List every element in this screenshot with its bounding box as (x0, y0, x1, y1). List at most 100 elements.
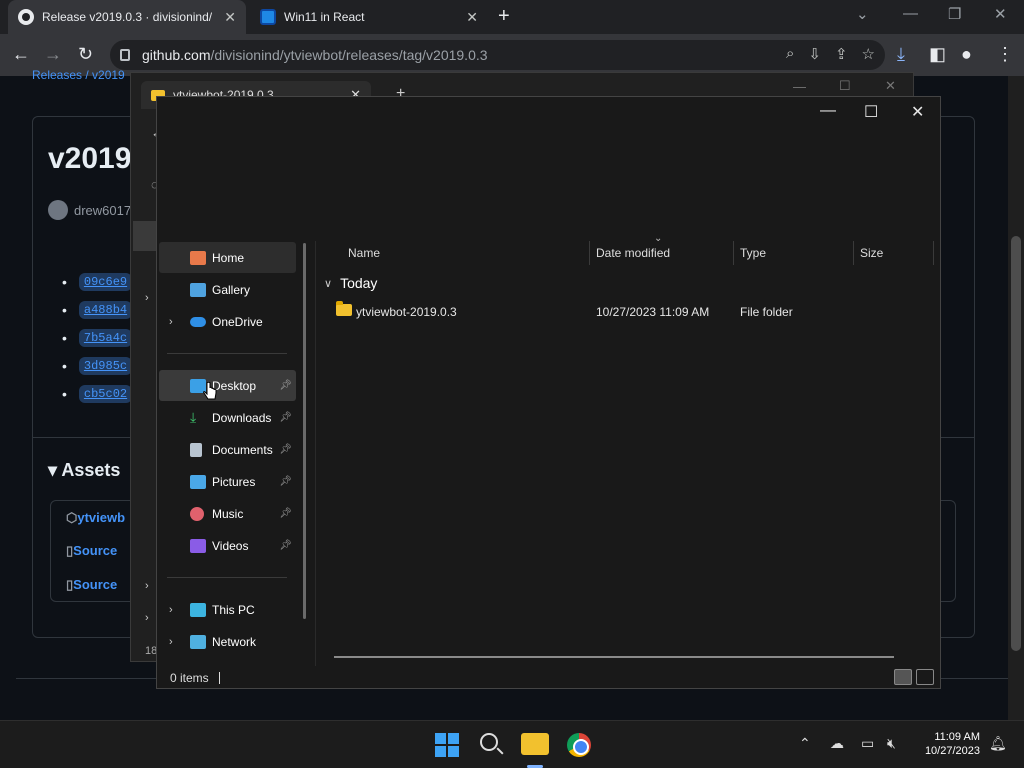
commit-item: • 7b5a4c (62, 329, 133, 347)
title-bar[interactable]: — ☐ ✕ (157, 97, 940, 127)
volume-muted-icon[interactable]: 🔇︎ (887, 735, 896, 752)
search-icon[interactable] (480, 733, 498, 751)
item-count: 0 items (170, 670, 209, 685)
display-icon[interactable]: ▭ (861, 735, 874, 752)
pin-icon[interactable]: 📌︎ (279, 508, 292, 519)
explorer-window[interactable]: — ☐ ✕ Home Gallery › OneDrive Desktop 📌︎… (156, 96, 941, 689)
close-window-icon[interactable]: ✕ (994, 5, 1007, 23)
minimize-icon[interactable]: — (903, 5, 918, 22)
commit-hash[interactable]: 09c6e9 (78, 273, 133, 291)
commit-hash[interactable]: a488b4 (78, 301, 133, 319)
nav-item-this-pc[interactable]: › This PC (159, 594, 296, 625)
breadcrumb[interactable]: Releases / v2019 (32, 68, 125, 82)
commit-hash[interactable]: 3d985c (78, 357, 133, 375)
back-icon[interactable]: ← (12, 44, 30, 65)
chevron-right-icon[interactable]: › (169, 604, 173, 616)
nav-item-desktop[interactable]: Desktop 📌︎ (159, 370, 296, 401)
commit-hash[interactable]: 7b5a4c (78, 329, 133, 347)
search-icon[interactable]: ⌕ (786, 45, 794, 63)
chevron-right-icon[interactable]: › (145, 612, 149, 624)
column-type[interactable]: Type (734, 241, 854, 265)
commit-hash[interactable]: cb5c02 (78, 385, 133, 403)
author-name: drew6017 (74, 202, 132, 218)
profile-icon[interactable]: ● (961, 44, 972, 65)
lock-icon[interactable] (120, 49, 130, 61)
pin-icon[interactable]: 📌︎ (279, 444, 292, 455)
minimize-icon[interactable]: — (793, 79, 806, 94)
forward-icon[interactable]: → (44, 44, 62, 65)
nav-item-documents[interactable]: Documents 📌︎ (159, 434, 296, 465)
url-host: github.com (142, 47, 211, 63)
pin-icon[interactable]: 📌︎ (279, 412, 292, 423)
close-icon[interactable]: ✕ (466, 9, 478, 26)
chevron-right-icon[interactable]: › (145, 580, 149, 592)
column-size[interactable]: Size (854, 241, 934, 265)
pin-icon[interactable]: 📌︎ (279, 380, 292, 391)
minimize-icon[interactable]: — (820, 102, 836, 120)
details-view-icon[interactable] (894, 669, 912, 685)
nav-item-home[interactable]: Home (159, 242, 296, 273)
assets-heading[interactable]: ▾ Assets (48, 460, 120, 481)
table-row[interactable]: ytviewbot-2019.0.3 10/27/2023 11:09 AM F… (326, 297, 926, 325)
maximize-icon[interactable]: ☐ (864, 102, 878, 122)
menu-icon[interactable]: ⋮ (996, 44, 1014, 65)
nav-item-onedrive[interactable]: › OneDrive (159, 306, 296, 337)
close-icon[interactable]: ✕ (224, 9, 236, 26)
side-panel-icon[interactable]: ◧ (929, 44, 946, 65)
chevron-right-icon[interactable]: › (169, 636, 173, 648)
chevron-right-icon[interactable]: › (145, 292, 149, 304)
start-icon[interactable] (435, 733, 459, 757)
pin-icon[interactable]: 📌︎ (279, 540, 292, 551)
chrome-icon[interactable] (567, 733, 591, 757)
onedrive-icon[interactable]: ☁ (830, 735, 844, 752)
new-tab-button[interactable]: + (498, 5, 510, 28)
asset-link[interactable]: ▯Source (66, 543, 117, 559)
divider (167, 353, 287, 354)
reload-icon[interactable]: ↻ (78, 44, 93, 65)
pc-icon (190, 602, 206, 617)
file-type: File folder (740, 305, 793, 319)
url-path: /divisionind/ytviewbot/releases/tag/v201… (210, 47, 488, 63)
tab-win11[interactable]: Win11 in React ✕ (250, 0, 488, 34)
notification-bell-icon[interactable]: 🔔︎ (989, 735, 1007, 752)
maximize-icon[interactable]: ☐ (839, 78, 851, 94)
scrollbar-thumb[interactable] (1011, 236, 1021, 651)
nav-item-downloads[interactable]: ⤓ Downloads 📌︎ (159, 402, 296, 433)
restore-icon[interactable]: ❐ (948, 5, 961, 23)
toolbar-area (157, 127, 940, 241)
address-bar[interactable]: github.com/divisionind/ytviewbot/release… (110, 40, 885, 70)
close-icon[interactable]: ✕ (885, 78, 896, 94)
chevron-right-icon[interactable]: › (169, 316, 173, 328)
close-icon[interactable]: ✕ (911, 102, 924, 122)
clock[interactable]: 11:09 AM 10/27/2023 (900, 730, 980, 758)
nav-item-network[interactable]: › Network (159, 626, 296, 657)
horizontal-scrollbar[interactable] (334, 656, 894, 658)
asset-link[interactable]: ⬡ytviewb (66, 510, 125, 526)
bookmark-star-icon[interactable]: ☆ (862, 45, 875, 63)
chevron-up-icon[interactable]: ⌃ (799, 735, 811, 752)
music-icon (190, 506, 204, 521)
group-header-today[interactable]: ∨ Today (324, 275, 377, 291)
downloads-icon[interactable]: ⤓ (897, 44, 905, 65)
share-icon[interactable]: ⇪ (835, 45, 848, 63)
document-icon (190, 442, 202, 457)
nav-item-pictures[interactable]: Pictures 📌︎ (159, 466, 296, 497)
column-date-modified[interactable]: Date modified (590, 241, 734, 265)
tab-release[interactable]: Release v2019.0.3 · divisionind/yt ✕ (8, 0, 246, 34)
tiles-view-icon[interactable] (916, 669, 934, 685)
file-explorer-icon[interactable] (521, 733, 549, 755)
pin-icon[interactable]: 📌︎ (279, 476, 292, 487)
nav-item-videos[interactable]: Videos 📌︎ (159, 530, 296, 561)
folder-icon (336, 301, 352, 316)
asset-link[interactable]: ▯Source (66, 577, 117, 593)
hand-cursor-icon (203, 382, 217, 400)
nav-item-gallery[interactable]: Gallery (159, 274, 296, 305)
install-icon[interactable]: ⇩ (808, 45, 821, 63)
tab-search-icon[interactable]: ⌄ (856, 5, 869, 23)
nav-item-music[interactable]: Music 📌︎ (159, 498, 296, 529)
column-name[interactable]: Name (342, 241, 590, 265)
nav-scrollbar[interactable] (303, 243, 306, 619)
file-list: Name Date modified ⌄ Type Size ∨ Today y… (315, 233, 940, 666)
release-author[interactable]: drew6017 (48, 200, 131, 220)
tab-label: Release v2019.0.3 · divisionind/yt (42, 10, 212, 24)
